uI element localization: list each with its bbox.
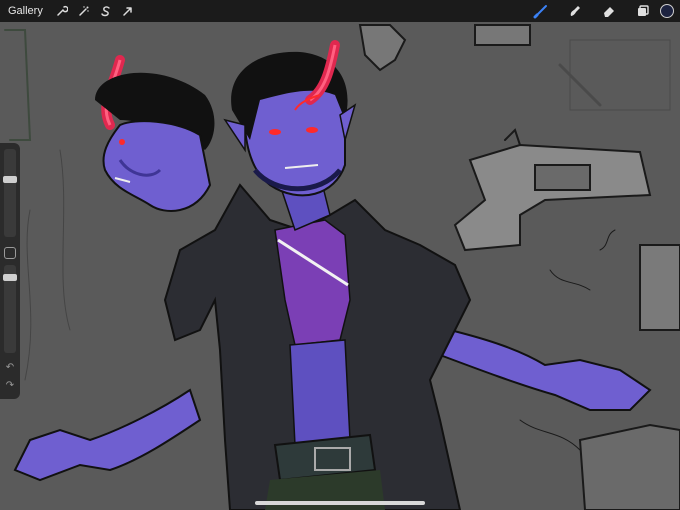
gallery-button[interactable]: Gallery <box>8 5 43 17</box>
side-slider-panel: ↶ ↷ <box>0 143 20 399</box>
redo-icon[interactable]: ↷ <box>3 379 17 393</box>
undo-icon[interactable]: ↶ <box>3 361 17 375</box>
wrench-icon[interactable] <box>51 0 73 22</box>
top-toolbar: Gallery <box>0 0 680 22</box>
brush-size-handle[interactable] <box>3 176 17 183</box>
color-picker-swatch[interactable] <box>660 4 674 18</box>
drawing-canvas[interactable] <box>0 22 680 510</box>
selection-s-icon[interactable] <box>95 0 117 22</box>
magic-wand-icon[interactable] <box>73 0 95 22</box>
layers-icon[interactable] <box>626 0 660 22</box>
transform-arrow-icon[interactable] <box>117 0 139 22</box>
brush-size-track[interactable] <box>4 149 16 237</box>
smudge-icon[interactable] <box>558 0 592 22</box>
right-toolset <box>524 0 680 22</box>
modify-button[interactable] <box>4 247 16 259</box>
brush-icon[interactable] <box>524 0 558 22</box>
eraser-icon[interactable] <box>592 0 626 22</box>
opacity-handle[interactable] <box>3 274 17 281</box>
home-indicator <box>255 501 425 505</box>
